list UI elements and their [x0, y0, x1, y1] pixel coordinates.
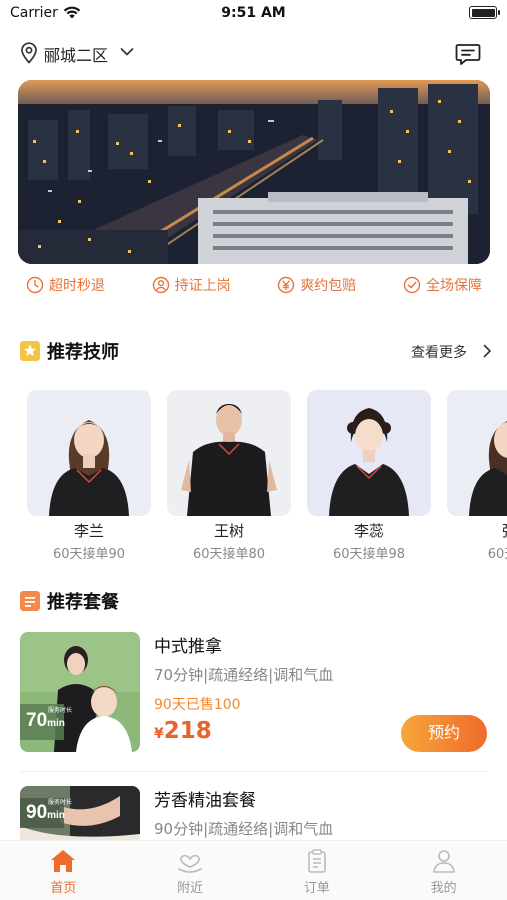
guarantee-item: 全场保障: [403, 272, 482, 298]
status-bar: Carrier 9:51 AM: [0, 0, 507, 30]
technicians-section-header: 推荐技师 查看更多: [20, 337, 495, 367]
package-name: 芳香精油套餐: [154, 791, 256, 811]
tab-profile[interactable]: 我的: [380, 841, 507, 900]
guarantee-item: 爽约包赔: [277, 272, 356, 298]
package-card[interactable]: 70min 服务时长 中式推拿 70分钟|疏通经络|调和气血 90天已售100 …: [20, 632, 488, 754]
document-badge-icon: [20, 591, 40, 611]
technician-card[interactable]: 李兰 60天接单90: [27, 390, 151, 562]
technician-orders: 60天接单98: [332, 547, 406, 562]
duration-caption: 服务时长: [48, 707, 73, 714]
section-title: 推荐技师: [47, 342, 119, 363]
message-icon[interactable]: [454, 40, 482, 68]
book-button[interactable]: 预约: [401, 715, 487, 752]
packages-section-header: 推荐套餐: [20, 587, 495, 617]
section-title: 推荐套餐: [47, 592, 119, 613]
guarantee-item: 持证上岗: [152, 272, 231, 298]
price-value: 218: [163, 718, 212, 744]
technician-photo: [167, 390, 291, 516]
tab-label: 订单: [303, 881, 330, 896]
chevron-down-icon[interactable]: [119, 44, 135, 60]
technician-orders: 60天接: [487, 547, 507, 562]
guarantee-label: 爽约包赔: [300, 278, 357, 294]
guarantee-item: 超时秒退: [26, 272, 105, 298]
star-badge-icon: [20, 341, 40, 361]
technician-name: 张: [447, 520, 507, 541]
tab-label: 首页: [50, 881, 77, 896]
technician-photo: [307, 390, 431, 516]
package-thumbnail: 90min 服务时长: [20, 786, 140, 840]
person-icon: [152, 276, 169, 294]
clock-time: 9:51 AM: [221, 5, 286, 21]
home-icon: [51, 850, 76, 872]
tab-bar: 首页 附近 订单 我的: [0, 840, 507, 900]
package-description: 90分钟|疏通经络|调和气血: [154, 820, 334, 838]
guarantee-row: 超时秒退 持证上岗 爽约包赔 全场保障: [18, 272, 490, 298]
tab-label: 附近: [177, 881, 204, 896]
guarantee-label: 持证上岗: [174, 278, 231, 294]
clock-icon: [26, 276, 44, 294]
chevron-right-icon[interactable]: [479, 343, 495, 359]
tab-orders[interactable]: 订单: [254, 841, 381, 900]
duration-caption: 服务时长: [48, 799, 73, 806]
location-label[interactable]: 郦城二区: [44, 42, 108, 66]
see-more-link[interactable]: 查看更多: [411, 342, 467, 362]
price-currency: ¥: [154, 726, 164, 742]
tab-home[interactable]: 首页: [0, 841, 127, 900]
duration-value: 70: [26, 710, 48, 731]
technician-name: 李蕊: [353, 522, 384, 540]
location-pin-icon[interactable]: [20, 42, 38, 64]
divider: [20, 771, 488, 772]
package-name: 中式推拿: [154, 637, 222, 657]
package-thumbnail: 70min 服务时长: [20, 632, 140, 752]
check-circle-icon: [403, 276, 421, 294]
guarantee-label: 全场保障: [425, 278, 482, 294]
duration-unit: min: [47, 718, 65, 729]
top-bar: 郦城二区: [0, 36, 507, 70]
guarantee-label: 超时秒退: [49, 278, 105, 294]
tab-label: 我的: [430, 881, 457, 896]
yen-icon: [278, 276, 295, 294]
package-card[interactable]: 90min 服务时长 芳香精油套餐 90分钟|疏通经络|调和气血: [20, 786, 488, 840]
banner-image[interactable]: [18, 80, 490, 264]
technician-card[interactable]: 李蕊 60天接单98: [307, 390, 431, 562]
technician-name: 李兰: [73, 522, 104, 540]
technician-name: 王树: [213, 522, 244, 540]
duration-unit: min: [47, 810, 65, 821]
technician-orders: 60天接单90: [52, 547, 126, 562]
technician-photo: [447, 390, 507, 516]
package-sold-count: 90天已售100: [154, 697, 241, 713]
technician-photo: [27, 390, 151, 516]
package-price: ¥218: [154, 718, 212, 744]
city-night-image: [18, 80, 490, 264]
clipboard-icon: [308, 849, 326, 873]
package-description: 70分钟|疏通经络|调和气血: [154, 666, 334, 684]
technician-card[interactable]: 王树 60天接单80: [167, 390, 291, 562]
tab-nearby[interactable]: 附近: [127, 841, 254, 900]
duration-value: 90: [26, 802, 48, 823]
technician-orders: 60天接单80: [192, 547, 266, 562]
technician-carousel[interactable]: 李兰 60天接单90 王树 60天接单80 李蕊 60天接单98 60: [0, 390, 507, 565]
nearby-heart-icon: [178, 854, 202, 873]
technician-card[interactable]: 张 60天接: [447, 390, 507, 562]
user-icon: [432, 850, 455, 873]
battery-icon: [469, 6, 500, 19]
